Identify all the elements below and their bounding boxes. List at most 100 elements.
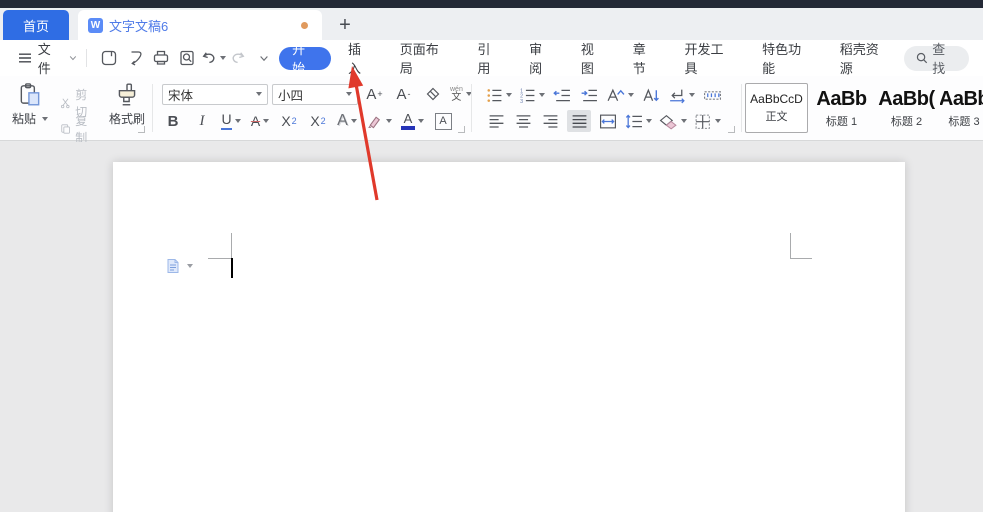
highlighter-icon <box>366 113 383 130</box>
italic-button[interactable]: I <box>192 110 212 132</box>
grow-font-button[interactable]: A+ <box>362 83 387 105</box>
save-icon[interactable] <box>96 46 122 70</box>
format-painter-button[interactable]: 格式刷 <box>104 82 150 127</box>
increase-indent-button[interactable] <box>579 84 599 106</box>
font-size-select[interactable]: 小四 <box>272 84 358 105</box>
align-left-button[interactable] <box>486 110 506 132</box>
copy-button: 复制 <box>60 112 92 146</box>
borders-button[interactable] <box>694 110 721 132</box>
phonetic-guide-button[interactable]: wén 文 <box>450 83 472 105</box>
wps-writer-icon: W <box>88 18 103 33</box>
bullets-icon <box>486 87 503 104</box>
align-right-icon <box>542 113 559 130</box>
hamburger-menu-icon[interactable] <box>12 46 38 70</box>
paste-options-caret[interactable] <box>187 264 193 268</box>
paragraph-layout-button[interactable] <box>668 84 695 106</box>
distribute-button[interactable] <box>598 110 618 132</box>
phonetic-guide-icon: wén 文 <box>450 86 463 103</box>
decrease-indent-button[interactable] <box>552 84 572 106</box>
document-page[interactable] <box>113 162 905 512</box>
file-menu[interactable]: 文件 <box>38 39 78 77</box>
copy-icon <box>60 121 71 137</box>
new-tab-button[interactable]: + <box>330 10 360 40</box>
bold-button[interactable]: B <box>163 110 183 132</box>
bullets-button[interactable] <box>486 84 512 106</box>
search-icon <box>915 51 929 65</box>
paste-dropdown-caret[interactable] <box>42 117 48 121</box>
document-workspace[interactable] <box>0 142 983 512</box>
sort-icon <box>642 87 660 104</box>
ribbon-tab-home[interactable]: 开始 <box>279 47 331 70</box>
paste-label: 粘贴 <box>12 110 36 127</box>
style-heading-1[interactable]: AaBb 标题 1 <box>810 83 873 133</box>
ribbon-tab-insert[interactable]: 插入 <box>335 46 387 70</box>
file-menu-label: 文件 <box>38 39 64 77</box>
style-heading-3[interactable]: AaBb 标题 3 <box>940 83 983 133</box>
paste-options-button[interactable] <box>165 258 193 274</box>
text-effects-button[interactable]: A <box>337 110 357 132</box>
wps-writer-window: 首页 W 文字文稿6 + 文件 <box>0 0 983 512</box>
ribbon-tab-review[interactable]: 审阅 <box>516 46 568 70</box>
find-button[interactable]: 查找 <box>904 46 969 71</box>
shrink-font-button[interactable]: A- <box>391 83 416 105</box>
print-icon[interactable] <box>148 46 174 70</box>
divider <box>152 84 153 132</box>
paste-button[interactable]: 粘贴 <box>8 82 52 127</box>
ribbon-tab-references[interactable]: 引用 <box>464 46 516 70</box>
ribbon-tab-view[interactable]: 视图 <box>568 46 620 70</box>
style-name: 正文 <box>766 108 788 124</box>
print-preview-icon[interactable] <box>174 46 200 70</box>
justify-icon <box>571 113 588 130</box>
align-center-button[interactable] <box>513 110 533 132</box>
strikethrough-button[interactable]: A <box>250 110 270 132</box>
font-dialog-launcher[interactable] <box>458 126 465 133</box>
subscript-button[interactable]: X2 <box>308 110 328 132</box>
underline-button[interactable]: U <box>221 110 241 132</box>
chevron-down-icon <box>68 53 78 63</box>
style-name: 标题 2 <box>891 113 922 129</box>
superscript-button[interactable]: X2 <box>279 110 299 132</box>
font-color-button[interactable]: A <box>401 110 424 132</box>
ribbon-tab-developer[interactable]: 开发工具 <box>672 46 750 70</box>
font-size-value: 小四 <box>278 85 303 104</box>
style-heading-2[interactable]: AaBb( 标题 2 <box>875 83 938 133</box>
sort-button[interactable] <box>641 84 661 106</box>
font-family-select[interactable]: 宋体 <box>162 84 268 105</box>
style-body[interactable]: AaBbCcD 正文 <box>745 83 808 133</box>
borders-icon <box>694 113 712 130</box>
redo-icon <box>229 49 247 67</box>
text-tool-button[interactable] <box>606 84 634 106</box>
character-shading-icon: A <box>435 113 452 130</box>
ribbon-tab-section[interactable]: 章节 <box>620 46 672 70</box>
text-cursor <box>231 258 233 278</box>
format-painter-icon <box>114 82 140 108</box>
ribbon-tab-docer-resources[interactable]: 稻壳资源 <box>827 46 905 70</box>
document-icon <box>165 258 181 274</box>
highlight-color-button[interactable] <box>366 110 392 132</box>
shading-icon <box>659 113 678 130</box>
ribbon-tab-page-layout[interactable]: 页面布局 <box>387 46 465 70</box>
numbering-button[interactable]: 123 <box>519 84 545 106</box>
undo-button[interactable] <box>200 46 226 70</box>
export-icon[interactable] <box>122 46 148 70</box>
divider <box>86 49 87 67</box>
character-shading-button[interactable]: A <box>433 110 453 132</box>
line-spacing-icon <box>625 113 643 130</box>
ribbon-tab-special-features[interactable]: 特色功能 <box>749 46 827 70</box>
justify-button[interactable] <box>567 110 591 132</box>
align-center-icon <box>515 113 532 130</box>
character-width-button[interactable] <box>702 84 722 106</box>
style-name: 标题 3 <box>948 113 979 129</box>
customize-toolbar-chevron-icon[interactable] <box>251 46 277 70</box>
paragraph-dialog-launcher[interactable] <box>728 126 735 133</box>
unsaved-indicator-dot <box>301 22 308 29</box>
shading-button[interactable] <box>659 110 687 132</box>
clear-format-eraser-icon[interactable] <box>420 83 446 105</box>
margin-mark-top-left-h <box>208 258 232 259</box>
clipboard-dialog-launcher[interactable] <box>138 126 145 133</box>
line-spacing-button[interactable] <box>625 110 652 132</box>
align-right-button[interactable] <box>540 110 560 132</box>
menubar: 文件 开始 插入 页面布局 引用 审阅 视图 章节 <box>0 40 983 76</box>
tab-document[interactable]: W 文字文稿6 <box>78 10 322 40</box>
tab-home[interactable]: 首页 <box>3 10 69 40</box>
